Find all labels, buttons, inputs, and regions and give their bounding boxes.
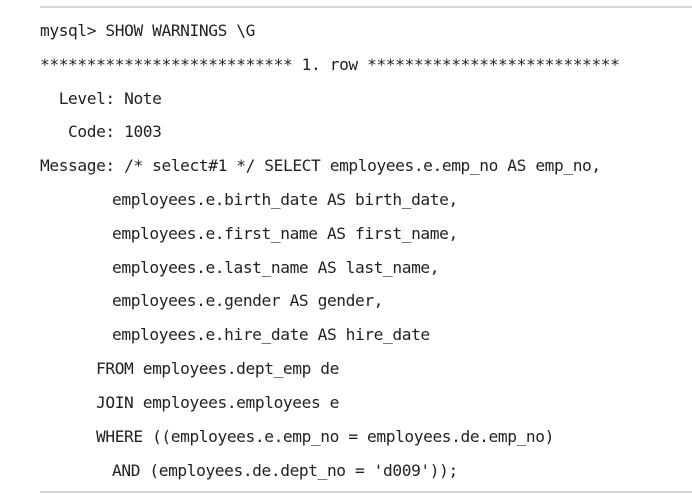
row-separator: *************************** 1. row *****…	[40, 55, 620, 74]
where-clause-line: WHERE ((employees.e.emp_no = employees.d…	[96, 427, 554, 446]
message-line: Message: /* select#1 */ SELECT employees…	[40, 156, 601, 175]
and-clause-line: AND (employees.de.dept_no = 'd009'));	[112, 461, 458, 480]
level-line: Level: Note	[40, 89, 162, 108]
select-column-gender: employees.e.gender AS gender,	[112, 291, 384, 310]
top-divider	[40, 6, 692, 8]
bottom-divider	[40, 491, 692, 493]
join-clause-line: JOIN employees.employees e	[96, 393, 339, 412]
from-clause-line: FROM employees.dept_emp de	[96, 359, 339, 378]
select-column-first-name: employees.e.first_name AS first_name,	[112, 224, 458, 243]
code-line: Code: 1003	[40, 122, 162, 141]
select-column-hire-date: employees.e.hire_date AS hire_date	[112, 325, 430, 344]
select-column-last-name: employees.e.last_name AS last_name,	[112, 258, 440, 277]
select-column-birth-date: employees.e.birth_date AS birth_date,	[112, 190, 458, 209]
prompt-line: mysql> SHOW WARNINGS \G	[40, 21, 255, 40]
